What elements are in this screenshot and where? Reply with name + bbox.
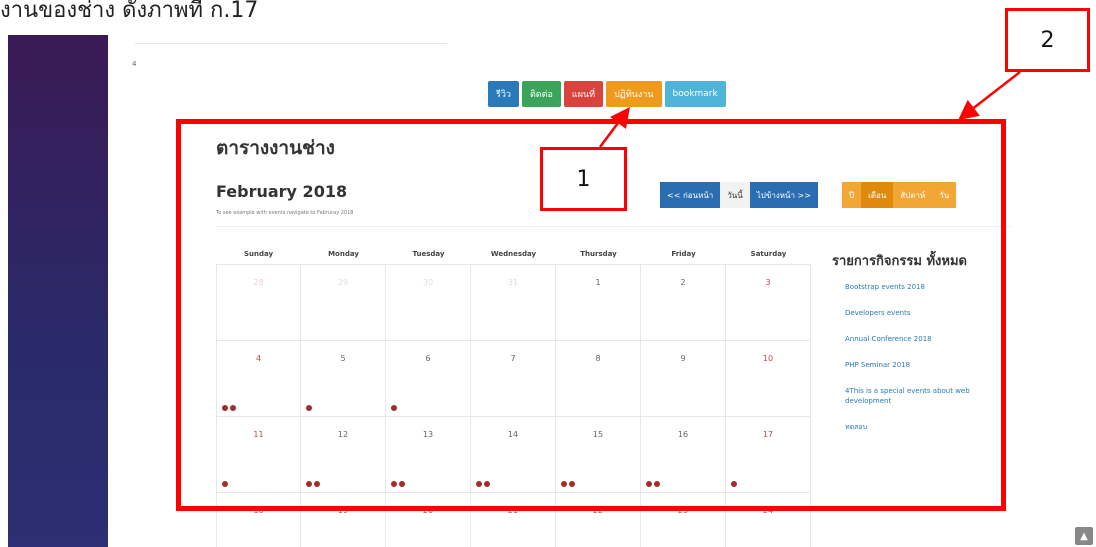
top-nav-buttons: รีวิว ติดต่อ แผนที่ ปฏิทินงาน bookmark (488, 81, 726, 107)
bookmark-button[interactable]: bookmark (664, 81, 726, 107)
calendar-button[interactable]: ปฏิทินงาน (606, 81, 662, 107)
left-sidebar-background (8, 35, 108, 547)
scroll-to-top-button[interactable]: ▲ (1075, 527, 1093, 545)
contact-button[interactable]: ติดต่อ (521, 81, 561, 107)
review-button[interactable]: รีวิว (488, 81, 519, 107)
annotation-label-1: 1 (540, 147, 627, 211)
figure-caption: งานของช่าง ดังภาพที่ ก.17 (0, 0, 259, 23)
top-divider (135, 43, 447, 44)
top-small-number: 4 (132, 60, 137, 68)
page: งานของช่าง ดังภาพที่ ก.17 4 รีวิว ติดต่อ… (0, 0, 1096, 547)
map-button[interactable]: แผนที่ (563, 81, 604, 107)
annotation-label-2: 2 (1005, 8, 1090, 72)
